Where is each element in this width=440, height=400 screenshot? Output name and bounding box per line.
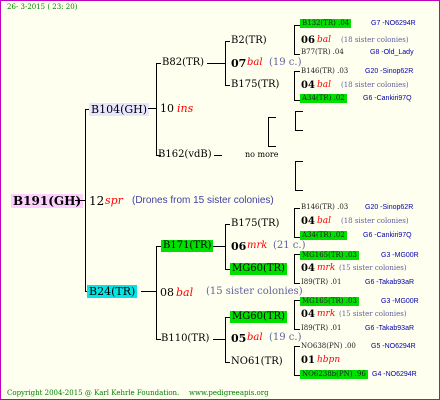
connector [225, 224, 230, 225]
mg60b-queen[interactable]: MG60(TR) [230, 311, 287, 323]
right-row[interactable]: MG165(TR) .03 [300, 297, 359, 306]
b2-queen[interactable]: B2(TR) [231, 36, 267, 46]
right-num: 06 [301, 35, 315, 46]
right-note: (18 sister colonies) [341, 36, 409, 44]
footer-url[interactable]: www.pedigreeapis.org [189, 390, 269, 397]
root-num: 12 [89, 194, 105, 208]
empty-bracket [268, 117, 276, 147]
connector [225, 317, 226, 363]
right-row-lineage: G6 -Takab93aR [365, 325, 415, 332]
mg60a-queen[interactable]: MG60(TR) [230, 263, 287, 275]
b162-note: no more [245, 150, 279, 159]
empty-bracket [295, 161, 303, 191]
right-num: 04 [301, 80, 315, 91]
connector [85, 109, 86, 292]
right-num: 01 [301, 355, 315, 366]
b110-queen[interactable]: B110(TR) [161, 334, 209, 344]
date-stamp: 26- 3-2015 ( 23: 20) [7, 3, 78, 11]
right-row[interactable]: B132(TR) .04 [300, 19, 352, 28]
connector [225, 85, 230, 86]
mg60b-num: 05 [231, 332, 247, 345]
right-num: 04 [301, 309, 315, 320]
right-row[interactable]: A34(TR) .02 [300, 231, 347, 240]
connector [207, 63, 225, 64]
right-row-lineage: G3 -MG00R [381, 298, 419, 305]
right-row-lineage: G6 -Takab93aR [365, 279, 415, 286]
mg60b-note: (19 c.) [269, 332, 302, 343]
connector [225, 41, 230, 42]
connector [148, 108, 156, 109]
right-row-lineage: G6 -Cankiri97Q [363, 232, 412, 239]
right-row[interactable]: B146(TR) .03 [301, 68, 348, 75]
right-row[interactable]: NO6238b(PN) .96 [300, 370, 368, 379]
right-code: bal [317, 80, 332, 90]
b175b-num: 06 [231, 240, 247, 253]
right-code: bal [317, 216, 332, 226]
connector [156, 246, 157, 340]
root-queen[interactable]: B191(GH) [11, 194, 84, 208]
connector [225, 41, 226, 86]
empty-bracket [295, 111, 303, 131]
connector [75, 200, 85, 201]
b2-code: bal [247, 57, 263, 68]
right-row[interactable]: A34(TR) .02 [300, 94, 347, 103]
connector [225, 224, 226, 270]
dam-note: (15 sister colonies) [206, 286, 303, 297]
right-row[interactable]: I89(TR) .01 [301, 279, 341, 286]
dam-queen[interactable]: B24(TR) [87, 285, 138, 298]
sire-num: 10 [160, 102, 174, 115]
connector [156, 63, 161, 64]
connector [214, 155, 222, 156]
bracket [294, 25, 300, 55]
right-row-lineage: G3 -MG00R [381, 252, 419, 259]
b175a-queen[interactable]: B175(TR) [231, 80, 279, 90]
right-code: mrk [317, 309, 336, 319]
sire-sire-queen[interactable]: B82(TR) [162, 58, 204, 68]
right-row[interactable]: B77(TR) .04 [301, 49, 344, 56]
right-code: bal [317, 35, 332, 45]
right-num: 04 [301, 216, 315, 227]
sire-queen[interactable]: B104(GH) [89, 103, 150, 116]
dam-num: 08 [160, 286, 174, 299]
right-note: (18 sister colonies) [341, 217, 409, 225]
right-row[interactable]: B146(TR) .03 [301, 204, 348, 211]
b175b-queen[interactable]: B175(TR) [231, 219, 279, 229]
footer-copyright: Copyright 2004-2015 @ Karl Kehrle Founda… [7, 389, 180, 397]
right-row-lineage: G20 -Sinop62R [365, 68, 414, 75]
right-note: (15 sister colonies) [339, 264, 407, 272]
b175b-code: mrk [247, 240, 268, 251]
right-note: (18 sister colonies) [341, 81, 409, 89]
right-row[interactable]: MG165(TR) .03 [300, 251, 359, 260]
connector [156, 63, 157, 156]
right-code: hbpn [317, 355, 341, 365]
connector [213, 339, 225, 340]
right-row-lineage: G4 -NO6294R [372, 371, 417, 378]
dam-code: bal [176, 286, 194, 299]
b2-note: (19 c.) [269, 57, 302, 68]
right-row-lineage: G20 -Sinop62R [365, 204, 414, 211]
right-row[interactable]: I89(TR) .01 [301, 325, 341, 332]
right-code: mrk [317, 263, 336, 273]
right-row-lineage: G5 -NO6294R [371, 343, 416, 350]
right-num: 04 [301, 263, 315, 274]
b175b-note: (21 c.) [273, 240, 306, 251]
pedigree-frame: 26- 3-2015 ( 23: 20) B191(GH) 12 spr (Dr… [0, 0, 440, 400]
right-note: (15 sister colonies) [339, 310, 407, 318]
connector [213, 246, 225, 247]
b162-queen[interactable]: B162(vdB) [158, 150, 212, 160]
connector [141, 291, 156, 292]
right-row-lineage: G8 -Old_Lady [370, 49, 414, 56]
mg60b-code: bal [247, 332, 263, 343]
connector [225, 362, 230, 363]
right-row-lineage: G6 -Cankiri97Q [363, 95, 412, 102]
no61-queen[interactable]: NO61(TR) [231, 357, 283, 367]
b2-num: 07 [231, 57, 247, 70]
right-row[interactable]: NO638(PN) .00 [301, 343, 356, 350]
sire-code: ins [177, 102, 194, 115]
b171-queen[interactable]: B171(TR) [161, 240, 214, 252]
root-note: (Drones from 15 sister colonies) [132, 195, 274, 206]
root-code: spr [105, 194, 123, 207]
right-row-lineage: G7 -NO6294R [371, 20, 416, 27]
